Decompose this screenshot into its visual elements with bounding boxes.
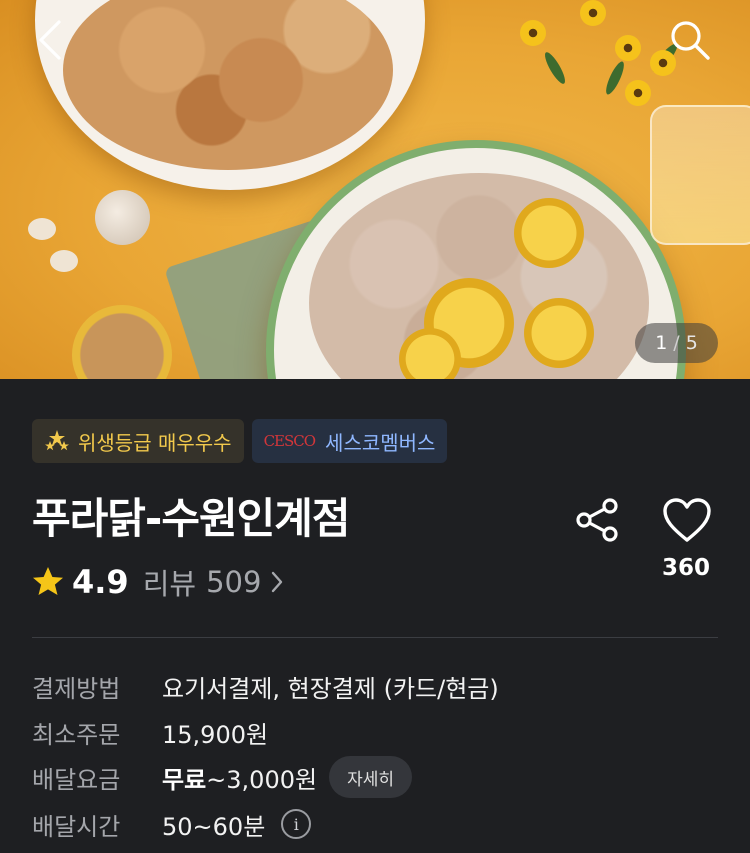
delivery-fee-free: 무료 [162,765,207,794]
delivery-fee-value: 무료~3,000원 [162,760,317,795]
payment-method-value: 요기서결제, 현장결제 (카드/현금) [162,674,499,703]
chevron-left-icon [39,20,61,60]
heart-icon [663,498,711,542]
chevron-right-icon [272,571,283,593]
back-button[interactable] [28,16,72,64]
garlic-clove-image [28,218,56,240]
garlic-image [95,190,150,245]
rating-value: 4.9 [72,563,129,601]
cesco-logo: CESCO [263,432,316,450]
minimum-order-label: 최소주문 [32,720,121,749]
lemonade-glass-image [650,105,750,245]
stars-icon [45,430,69,451]
main-dish-image [266,140,686,379]
hygiene-grade-badge[interactable]: 위생등급 매우우수 [32,419,244,463]
payment-method-label: 결제방법 [32,674,121,703]
star-icon [33,567,63,595]
divider [32,637,718,638]
info-icon[interactable]: i [281,809,312,839]
store-name: 푸라닭-수원인계점 [32,494,351,543]
page-separator: / [673,332,680,354]
share-icon [576,498,618,542]
delivery-fee-row: 배달요금 무료~3,000원 자세히 [32,756,412,798]
store-badges: 위생등급 매우우수 CESCO 세스코멤버스 [32,419,448,463]
review-link[interactable]: 리뷰 509 [143,561,284,603]
delivery-time-label: 배달시간 [32,812,121,841]
chicken-plate-image [35,0,425,190]
cesco-members-label: 세스코멤버스 [325,430,436,455]
delivery-fee-label: 배달요금 [32,765,121,794]
seasoning-bowl-image [72,305,172,379]
delivery-fee-detail-button[interactable]: 자세히 [329,756,412,798]
garlic-clove-image [50,250,78,272]
page-current: 1 [655,332,668,354]
cesco-members-badge[interactable]: CESCO 세스코멤버스 [251,419,448,463]
search-button[interactable] [664,14,716,66]
delivery-time-row: 배달시간 50~60분 i [32,804,312,844]
share-button[interactable] [572,494,624,546]
minimum-order-row: 최소주문 15,900원 [32,712,268,752]
like-count: 360 [661,555,710,581]
hygiene-grade-label: 위생등급 매우우수 [78,430,232,455]
image-page-indicator: 1 / 5 [635,323,718,363]
payment-method-row: 결제방법 요기서결제, 현장결제 (카드/현금) [32,666,499,706]
review-label: 리뷰 [142,567,197,601]
page-total: 5 [685,332,698,354]
delivery-fee-range: ~3,000원 [206,765,318,794]
review-count: 509 [206,565,262,599]
delivery-time-value: 50~60분 [162,812,266,841]
search-icon [671,21,710,60]
like-button[interactable] [656,492,718,548]
minimum-order-value: 15,900원 [162,720,269,749]
hero-image-carousel[interactable]: 1 / 5 [0,0,750,379]
rating-row: 4.9 리뷰 509 [32,562,283,602]
